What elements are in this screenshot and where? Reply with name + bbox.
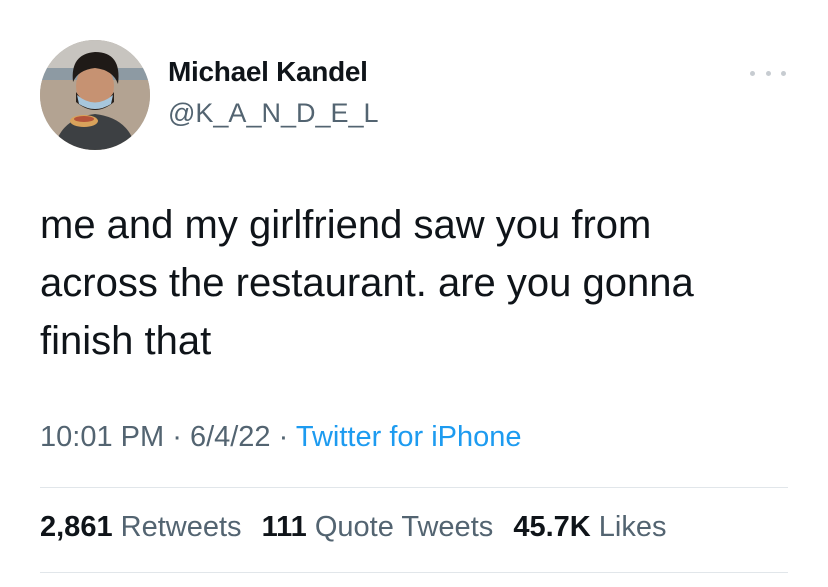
retweets-label: Retweets [120,511,242,543]
likes-count: 45.7K [513,511,591,543]
tweet-time[interactable]: 10:01 PM [40,421,164,453]
tweet-meta: 10:01 PM · 6/4/22 · Twitter for iPhone [40,421,522,454]
tweet-card: Michael Kandel @K_A_N_D_E_L me and my gi… [0,0,828,587]
tweet-source-link[interactable]: Twitter for iPhone [296,421,522,453]
likes-label: Likes [598,511,667,543]
retweets-stat[interactable]: 2,861 Retweets [40,511,242,543]
tweet-text: me and my girlfriend saw you from across… [40,196,800,370]
retweets-count: 2,861 [40,511,113,543]
quote-tweets-stat[interactable]: 111 Quote Tweets [262,511,494,543]
meta-separator: · [172,421,182,453]
quote-tweets-count: 111 [261,511,307,543]
more-horizontal-icon[interactable] [750,62,786,84]
tweet-stats: 2,861 Retweets 111 Quote Tweets 45.7K Li… [40,511,678,544]
author-handle[interactable]: @K_A_N_D_E_L [168,98,379,129]
avatar[interactable] [40,40,150,150]
tweet-text-line: me and my girlfriend saw you from [40,203,652,247]
tweet-text-line: finish that [40,319,212,363]
tweet-text-line: across the restaurant. are you gonna [40,261,694,305]
divider [40,487,788,488]
likes-stat[interactable]: 45.7K Likes [513,511,666,543]
meta-separator: · [278,421,289,453]
avatar-photo [40,40,150,150]
quote-tweets-label: Quote Tweets [314,511,494,543]
author-name[interactable]: Michael Kandel [168,56,368,88]
tweet-date[interactable]: 6/4/22 [190,421,271,453]
divider [40,572,788,573]
